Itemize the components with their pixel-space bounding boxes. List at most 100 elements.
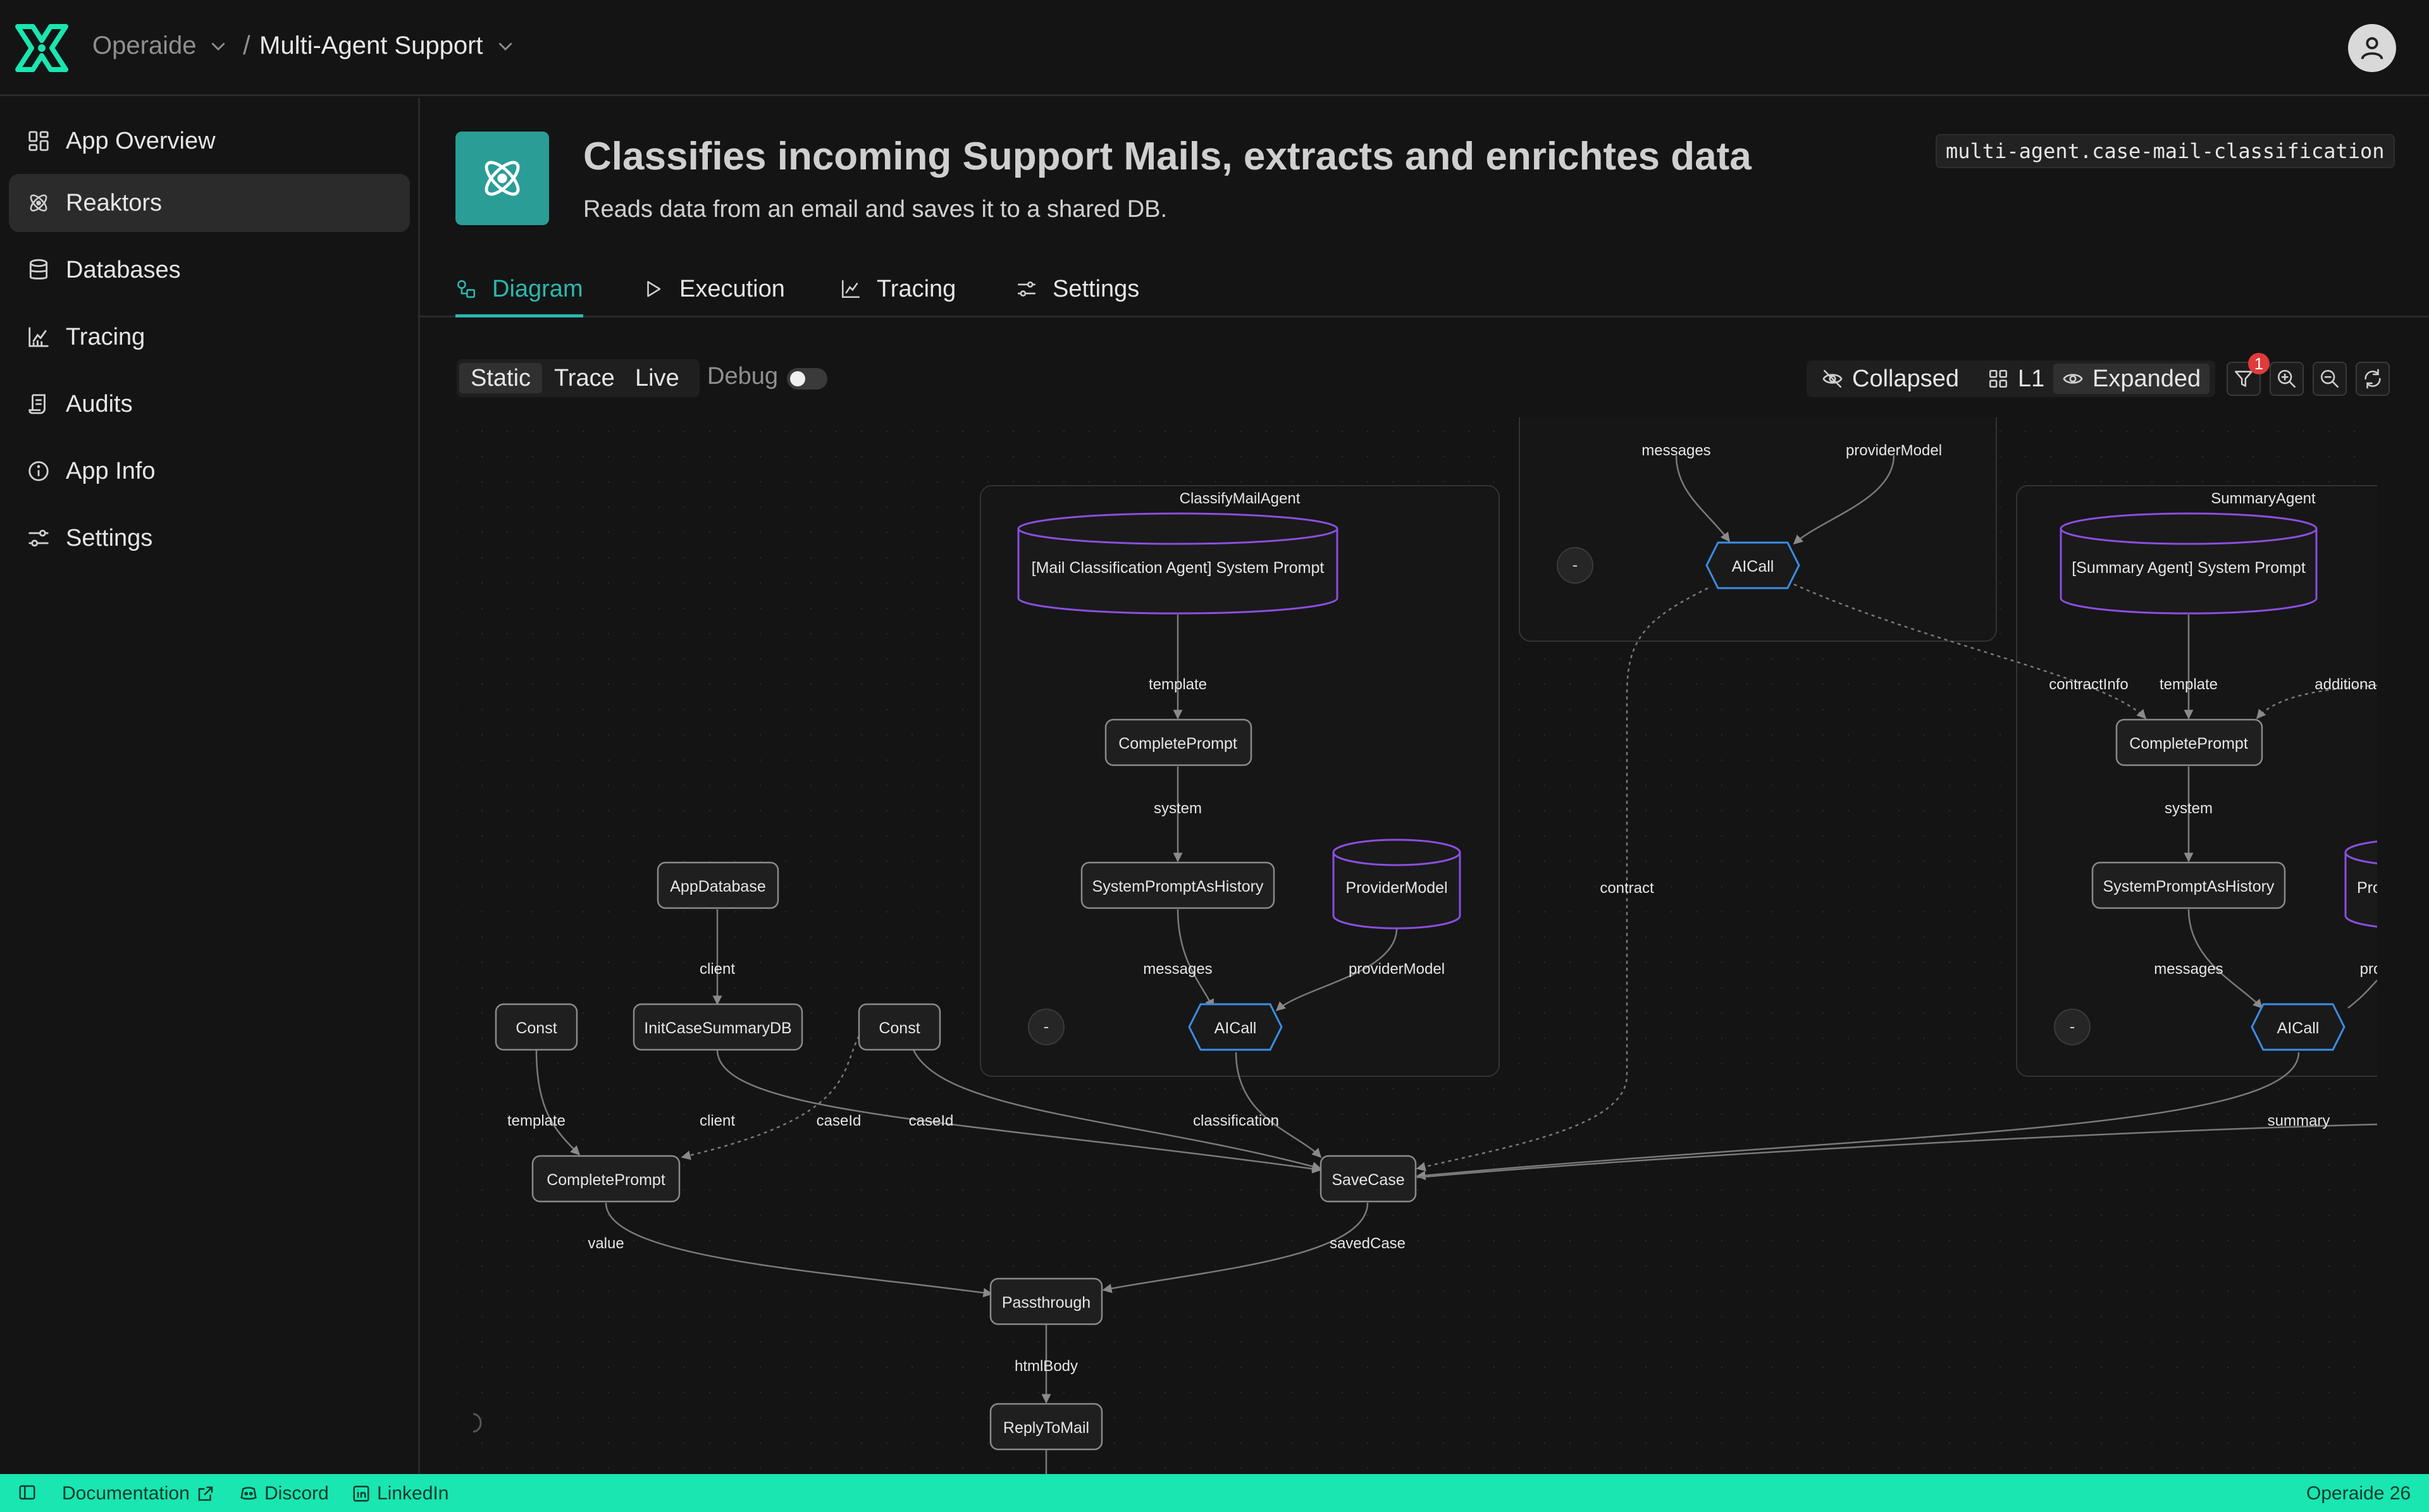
svg-text:Pro: Pro [2357,879,2377,897]
diagram-canvas[interactable]: ClassifyMailAgent SummaryAgent - - - tem… [457,417,2377,1475]
group-collapse-button[interactable]: - [1557,547,1593,584]
sidebar-item-app-overview[interactable]: App Overview [9,112,410,170]
node-const[interactable]: Const [858,1003,941,1051]
operaide-logo-icon[interactable] [15,23,68,73]
svg-text:SystemPromptAsHistory: SystemPromptAsHistory [2103,878,2275,895]
node-provider-model-partial[interactable]: Pro [2344,840,2377,928]
node-ai-call[interactable]: AICall [2251,1003,2346,1051]
zoom-out-icon [2320,369,2339,388]
footer-link-label: LinkedIn [377,1483,449,1504]
footer-link-linkedin[interactable]: LinkedIn [352,1483,448,1504]
svg-text:[Summary Agent] System Prompt: [Summary Agent] System Prompt [2072,559,2306,577]
edge-label: providerModel [1349,961,1445,978]
footer-bar: Documentation Discord LinkedIn Operaide … [0,1474,2429,1512]
edge-label: htmlBody [1015,1358,1078,1375]
edge-label: system [2165,800,2213,817]
node-init-case-summary-db[interactable]: InitCaseSummaryDB [633,1003,803,1051]
node-save-case[interactable]: SaveCase [1320,1155,1417,1203]
svg-text:Const: Const [879,1019,920,1037]
grid-icon [1989,369,2008,388]
view-l1[interactable]: L1 [1979,364,2053,394]
atom-icon [30,194,47,212]
tab-diagram[interactable]: Diagram [455,276,583,317]
breadcrumb-separator: / [243,30,250,60]
discord-icon [240,1487,257,1500]
svg-text:Passthrough: Passthrough [1002,1294,1091,1312]
database-icon [29,259,48,280]
external-link-icon [198,1486,213,1501]
view-collapsed[interactable]: Collapsed [1813,364,1968,394]
chevron-down-icon[interactable] [496,37,515,56]
tab-execution[interactable]: Execution [643,276,785,317]
edge-label: additiona [2315,676,2376,693]
grid-icon [28,131,49,151]
view-expanded[interactable]: Expanded [2053,364,2210,394]
node-ai-call[interactable]: AICall [1188,1003,1283,1051]
zoom-in-button[interactable] [2270,362,2304,396]
node-system-prompt-as-history[interactable]: SystemPromptAsHistory [2091,861,2286,909]
sidebar-toggle-button[interactable] [18,1483,43,1502]
sidebar-item-settings[interactable]: Settings [9,509,410,567]
node-complete-prompt[interactable]: CompletePrompt [531,1155,681,1203]
breadcrumb-org[interactable]: Operaide [92,32,197,60]
svg-text:SaveCase: SaveCase [1332,1171,1404,1189]
sidebar-item-tracing[interactable]: Tracing [9,308,410,366]
footer-link-label: Discord [264,1483,329,1504]
info-icon [28,461,49,481]
tab-settings[interactable]: Settings [1016,276,1139,317]
chevron-down-icon[interactable] [209,37,228,56]
sidebar-item-audits[interactable]: Audits [9,375,410,433]
node-provider-model[interactable]: ProviderModel [1332,839,1461,930]
node-passthrough[interactable]: Passthrough [989,1277,1103,1325]
tab-label: Tracing [877,276,956,302]
group-collapse-button[interactable]: - [1028,1009,1065,1045]
reaktor-id-badge[interactable]: multi-agent.case-mail-classification [1936,134,2395,168]
mode-static[interactable]: Static [459,363,543,393]
tab-label: Diagram [492,276,583,302]
diagram-graph[interactable]: ClassifyMailAgent SummaryAgent - - - tem… [457,417,2377,1475]
node-system-prompt-as-history[interactable]: SystemPromptAsHistory [1080,861,1275,909]
breadcrumb-app[interactable]: Multi-Agent Support [259,32,483,60]
mode-live[interactable]: Live [624,363,691,393]
svg-text:AppDatabase: AppDatabase [670,878,766,895]
node-const[interactable]: Const [495,1003,578,1051]
sidebar-item-reaktors[interactable]: Reaktors [9,174,410,232]
node-complete-prompt[interactable]: CompletePrompt [2115,718,2263,766]
edge-label: caseId [817,1112,862,1129]
top-bar: Operaide / Multi-Agent Support [0,0,2429,96]
node-summary-system-prompt[interactable]: [Summary Agent] System Prompt [2060,512,2318,615]
group-label: SummaryAgent [2211,490,2316,507]
reaktor-icon [455,132,549,225]
sidebar-item-label: Reaktors [66,189,163,216]
svg-text:CompletePrompt: CompletePrompt [547,1171,665,1189]
footer-link-documentation[interactable]: Documentation [62,1483,215,1504]
user-avatar-button[interactable] [2348,24,2396,72]
sidebar-item-label: Tracing [66,323,145,350]
edge-label: messages [2154,961,2223,978]
sidebar-item-app-info[interactable]: App Info [9,442,410,500]
node-ai-call[interactable]: AICall [1705,541,1800,589]
node-reply-to-mail[interactable]: ReplyToMail [989,1403,1103,1451]
svg-text:AICall: AICall [2277,1019,2320,1037]
node-complete-prompt[interactable]: CompletePrompt [1104,718,1252,766]
edge-label: system [1154,800,1202,817]
user-icon [2361,37,2383,59]
edge-label: summary [2268,1112,2330,1129]
svg-text:-: - [1573,555,1578,574]
edge-label: contractInfo [2049,676,2128,693]
node-app-database[interactable]: AppDatabase [657,861,779,909]
node-mail-system-prompt[interactable]: [Mail Classification Agent] System Promp… [1017,512,1338,615]
debug-toggle[interactable] [787,368,827,390]
group-collapse-button[interactable]: - [2054,1009,2091,1045]
edge-label: value [588,1235,624,1252]
zoom-out-button[interactable] [2313,362,2347,396]
tab-tracing[interactable]: Tracing [840,276,956,317]
edge-label: client [700,961,735,978]
sliders-icon [1017,281,1036,297]
sidebar-item-databases[interactable]: Databases [9,241,410,299]
footer-link-discord[interactable]: Discord [239,1483,329,1504]
mode-trace[interactable]: Trace [543,363,626,393]
page-description: Reads data from an email and saves it to… [583,196,1168,223]
sidebar-item-label: App Overview [66,127,216,154]
refresh-button[interactable] [2356,362,2390,396]
